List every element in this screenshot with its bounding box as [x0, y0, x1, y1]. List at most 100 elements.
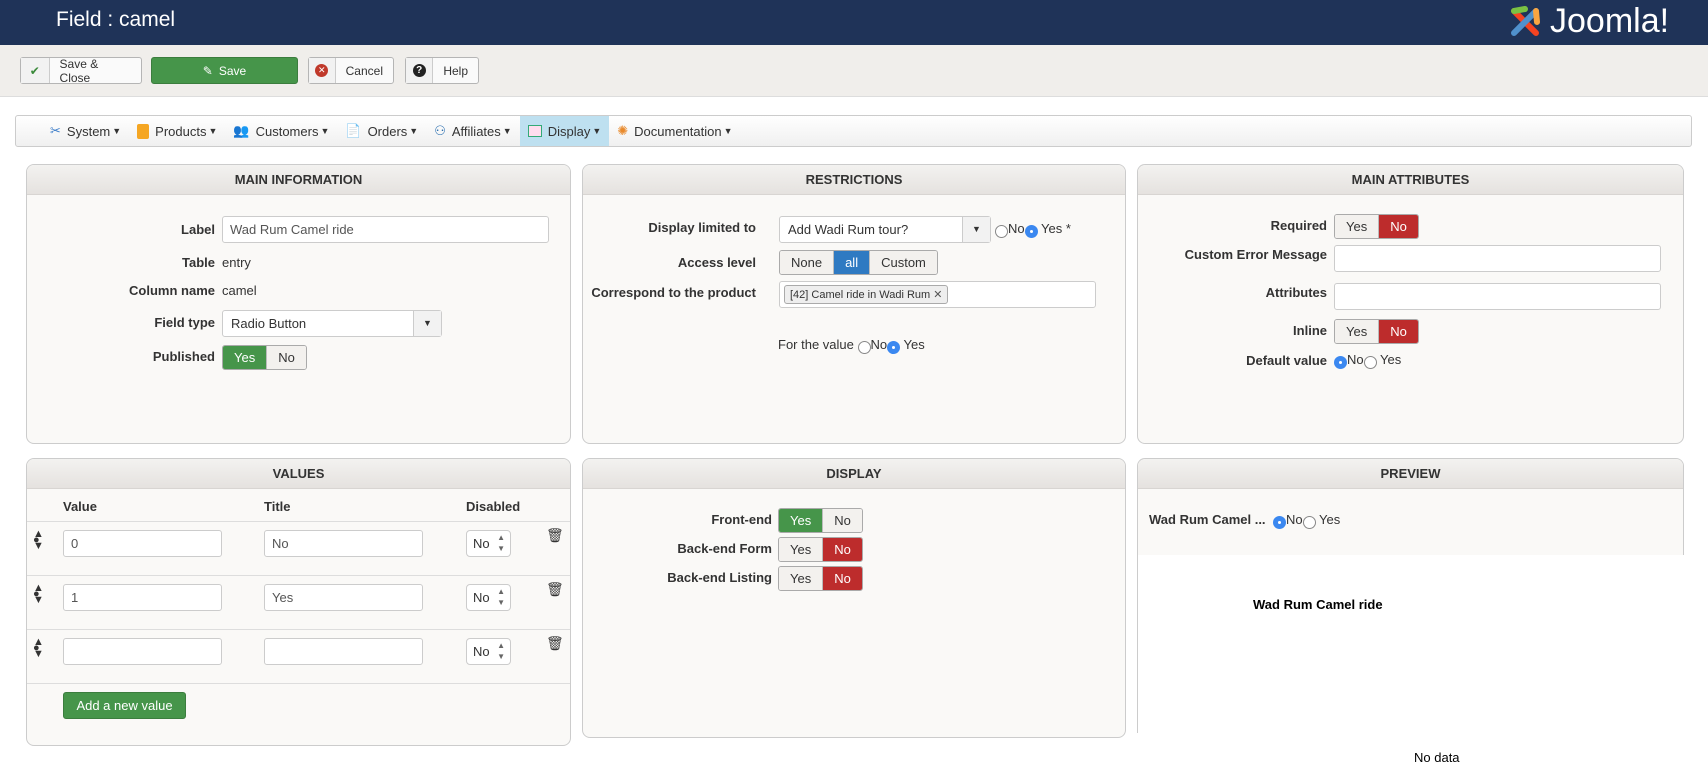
affiliates-icon: ⚇ [434, 123, 446, 138]
menu-system[interactable]: ✂ System ▼ [42, 116, 129, 146]
radio-yes[interactable] [1302, 516, 1316, 530]
panel-title: MAIN ATTRIBUTES [1138, 165, 1683, 195]
box-icon [137, 123, 150, 139]
disabled-select[interactable]: No ▲ ▼ [466, 584, 511, 611]
for-value-label: For the value [778, 337, 854, 352]
value-input[interactable]: 1 [63, 584, 222, 611]
help-button[interactable]: ? Help [405, 57, 479, 84]
help-label: Help [443, 63, 468, 78]
radio-no[interactable] [857, 341, 871, 355]
caret-down-icon: ▼ [320, 126, 330, 136]
custom-error-label: Custom Error Message [1184, 247, 1327, 262]
drag-handle-icon[interactable]: ▲ ● ▼ [33, 583, 44, 606]
users-icon: 👥 [233, 123, 250, 138]
inline-toggle: Yes No [1334, 319, 1419, 344]
back-end-listing-no[interactable]: No [822, 567, 862, 590]
value-input[interactable] [63, 638, 222, 665]
front-end-yes[interactable]: Yes [779, 509, 823, 532]
radio-yes[interactable] [887, 341, 901, 355]
attributes-input[interactable] [1334, 283, 1661, 310]
back-end-listing-toggle: Yes No [778, 566, 863, 591]
back-end-form-no[interactable]: No [822, 538, 862, 561]
for-value-radios: For the value No Yes [778, 337, 925, 355]
radio-no[interactable] [1334, 356, 1347, 370]
menu-display[interactable]: Display ▼ [519, 116, 610, 146]
title-input[interactable]: No [264, 530, 423, 557]
default-value-label: Default value [1246, 353, 1327, 368]
menu-documentation[interactable]: ✺ Documentation ▼ [609, 116, 740, 146]
trash-icon[interactable]: 🗑 [546, 581, 564, 598]
access-level-toggle: None all Custom [779, 250, 938, 275]
back-end-form-yes[interactable]: Yes [779, 538, 823, 561]
published-yes[interactable]: Yes [223, 346, 267, 369]
menu-orders[interactable]: 📄 Orders ▼ [337, 116, 426, 146]
access-custom[interactable]: Custom [869, 251, 937, 274]
caret-down-icon: ▼ [502, 126, 512, 136]
back-end-listing-yes[interactable]: Yes [779, 567, 823, 590]
lifebuoy-icon: ✺ [617, 123, 629, 138]
drag-handle-icon[interactable]: ▲ ● ▼ [33, 637, 44, 660]
preview-field-label: Wad Rum Camel ... [1149, 512, 1266, 527]
menu-customers[interactable]: 👥 Customers ▼ [225, 116, 337, 146]
required-yes[interactable]: Yes [1335, 215, 1379, 238]
front-end-label: Front-end [711, 512, 772, 527]
disabled-select[interactable]: No ▲ ▼ [466, 638, 511, 665]
menu-affiliates[interactable]: ⚇ Affiliates ▼ [426, 116, 519, 146]
divider [27, 521, 570, 522]
label-label: Label [181, 222, 215, 237]
access-none[interactable]: None [780, 251, 834, 274]
field-type-select[interactable]: Radio Button ▼ [222, 310, 442, 337]
caret-down-icon: ▼ [962, 217, 990, 242]
cancel-button[interactable]: ✕ Cancel [308, 57, 394, 84]
front-end-toggle: Yes No [778, 508, 863, 533]
preview-border [1137, 540, 1138, 733]
save-close-button[interactable]: ✔ Save & Close [20, 57, 142, 85]
main-menu: ✂ System ▼ Products ▼ 👥 Customers ▼ 📄 Orders ▼ … [15, 115, 1692, 147]
trash-icon[interactable]: 🗑 [546, 527, 564, 544]
required-no[interactable]: No [1378, 215, 1418, 238]
save-button[interactable]: ✎ Save [151, 57, 298, 84]
radio-no[interactable] [995, 225, 1008, 239]
back-end-listing-label: Back-end Listing [667, 570, 772, 585]
menu-label: Customers [255, 123, 319, 139]
edit-icon: ✎ [202, 63, 213, 78]
radio-yes[interactable] [1024, 225, 1038, 239]
drag-handle-icon[interactable]: ▲ ● ▼ [33, 529, 44, 552]
front-end-no[interactable]: No [822, 509, 862, 532]
remove-icon[interactable]: ✕ [933, 289, 942, 301]
product-select[interactable]: [42] Camel ride in Wadi Rum ✕ [779, 281, 1096, 308]
title-input[interactable] [264, 638, 423, 665]
label-input[interactable]: Wad Rum Camel ride [222, 216, 549, 243]
display-panel: DISPLAY Front-end Yes No Back-end Form Ye… [582, 458, 1126, 738]
inline-no[interactable]: No [1378, 320, 1418, 343]
title-input[interactable]: Yes [264, 584, 423, 611]
menu-products[interactable]: Products ▼ [129, 116, 225, 146]
disabled-select[interactable]: No ▲ ▼ [466, 530, 511, 557]
radio-yes[interactable] [1363, 356, 1377, 370]
document-icon: 📄 [345, 123, 362, 138]
no-data-text: No data [1414, 750, 1460, 765]
chart-title: Wad Rum Camel ride [1253, 597, 1383, 612]
column-name-label: Column name [129, 283, 215, 298]
inline-yes[interactable]: Yes [1335, 320, 1379, 343]
value-input[interactable]: 0 [63, 530, 222, 557]
published-no[interactable]: No [266, 346, 306, 369]
panel-title: RESTRICTIONS [583, 165, 1125, 195]
custom-error-input[interactable] [1334, 245, 1661, 272]
menu-label: Documentation [634, 123, 722, 139]
radio-no[interactable] [1273, 516, 1286, 530]
menu-label: Products [155, 123, 207, 139]
back-end-form-toggle: Yes No [778, 537, 863, 562]
cancel-label: Cancel [345, 63, 383, 78]
add-value-button[interactable]: Add a new value [63, 692, 186, 719]
panel-title: VALUES [27, 459, 570, 489]
product-label: Correspond to the product [591, 285, 756, 300]
display-limited-radios: No Yes * [995, 221, 1071, 239]
back-end-form-label: Back-end Form [677, 541, 772, 556]
page-title: Field : camel [56, 8, 176, 31]
column-header-disabled: Disabled [466, 499, 521, 514]
trash-icon[interactable]: 🗑 [546, 635, 564, 652]
display-limited-select[interactable]: Add Wadi Rum tour? ▼ [779, 216, 991, 243]
tools-icon: ✂ [50, 123, 61, 138]
access-all[interactable]: all [833, 251, 870, 274]
